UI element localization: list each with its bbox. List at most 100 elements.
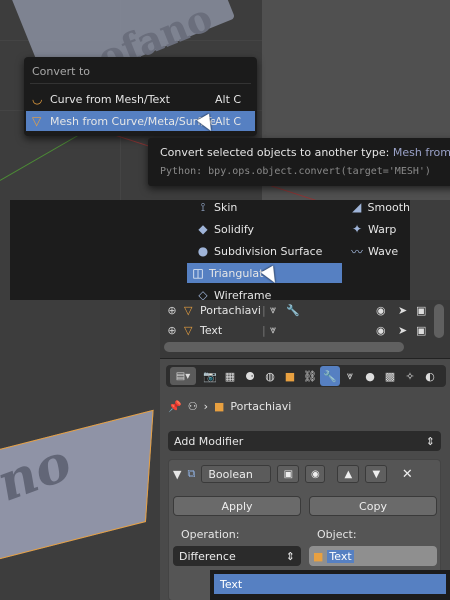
outliner-scrollbar[interactable]: [434, 304, 444, 338]
selectable-arrow-icon[interactable]: ➤: [398, 304, 407, 317]
properties-tab-bar: ▤▾ 📷 ▦ ⚈ ◍ ■ ⛓ 🔧 ⩔ ● ▩ ✧ ◐: [166, 365, 446, 387]
context-object-name: Portachiavi: [230, 399, 292, 413]
updown-arrows-icon: ⇕: [425, 434, 435, 448]
menu-item-label: Subdivision Surface: [214, 244, 323, 258]
mesh-object-icon: ▽: [184, 323, 193, 337]
copy-label: Copy: [359, 499, 387, 513]
menu-item-smooth[interactable]: ◢ Smooth: [346, 197, 410, 217]
collapse-triangle-icon[interactable]: ▼: [173, 468, 181, 481]
menu-item-label: Curve from Mesh/Text: [50, 92, 170, 106]
visibility-eye-icon[interactable]: ◉: [376, 304, 386, 317]
pin-icon[interactable]: 📌: [168, 400, 182, 413]
object-name[interactable]: Portachiavi: [200, 304, 262, 317]
render-camera-icon[interactable]: ▣: [416, 324, 426, 337]
tooltip: Convert selected objects to another type…: [148, 138, 450, 186]
menu-item-label: Wave: [368, 244, 399, 258]
shortcut-label: Alt C: [215, 92, 242, 106]
chevron-right-icon: ›: [203, 399, 208, 413]
move-up-button[interactable]: ▲: [337, 465, 360, 483]
dropdown-item-text[interactable]: Text: [214, 574, 446, 594]
menu-item-solidify[interactable]: ◆ Solidify: [192, 219, 342, 239]
viewport-convert-panel: ofano Convert to ◡ Curve from Mesh/Text …: [0, 0, 450, 200]
menu-item-label: Skin: [214, 200, 238, 214]
wave-icon: 〰: [350, 244, 363, 259]
tab-particles[interactable]: ✧: [400, 366, 420, 386]
tab-material[interactable]: ●: [360, 366, 380, 386]
context-breadcrumb: 📌 ⚇ › ■ Portachiavi: [168, 397, 291, 415]
object-data-icon: ⚇: [187, 399, 198, 413]
mesh-icon: ▽: [32, 114, 42, 128]
solidify-icon: ◆: [198, 222, 208, 236]
subdivision-icon: ●: [197, 244, 209, 258]
render-camera-icon[interactable]: ▣: [416, 304, 426, 317]
menu-item-subdivision-surface[interactable]: ● Subdivision Surface: [192, 241, 342, 261]
menu-separator: [30, 83, 251, 84]
add-modifier-dropdown[interactable]: Add Modifier ⇕: [168, 431, 441, 451]
mesh-object-icon: ▽: [184, 303, 193, 317]
object-cube-icon: ■: [213, 399, 225, 413]
object-search-dropdown: Text: [210, 570, 450, 600]
remove-modifier-button[interactable]: ✕: [397, 465, 417, 483]
viewport-toggle-button[interactable]: ◉: [305, 465, 326, 483]
apply-label: Apply: [221, 499, 253, 513]
tooltip-line: Convert selected objects to another type…: [160, 146, 450, 159]
visibility-eye-icon[interactable]: ◉: [376, 324, 386, 337]
menu-item-label: Warp: [368, 222, 397, 236]
add-modifier-label: Add Modifier: [174, 434, 244, 448]
menu-item-label: Smooth: [367, 200, 410, 214]
copy-button[interactable]: Copy: [309, 496, 437, 516]
wrench-icon: 🔧: [286, 303, 300, 317]
divider: |: [262, 323, 266, 337]
modifier-name-field[interactable]: Boolean: [201, 465, 272, 483]
triangulate-icon: ◫: [192, 266, 204, 280]
operation-value: Difference: [179, 549, 236, 563]
skin-icon: ⟟: [200, 199, 206, 214]
menu-item-skin[interactable]: ⟟ Skin: [192, 197, 342, 217]
outliner-row[interactable]: ⊕ ▽ Text | ⩔ ◉ ➤ ▣: [160, 320, 435, 340]
3d-viewport[interactable]: ou: [0, 300, 160, 600]
shortcut-label: Alt C: [215, 114, 242, 128]
menu-item-mesh-from-curve[interactable]: ▽ Mesh from Curve/Meta/Surf/Text Alt C: [26, 111, 255, 131]
menu-item-curve-from-mesh[interactable]: ◡ Curve from Mesh/Text Alt C: [26, 89, 255, 109]
curve-icon: ◡: [32, 92, 43, 106]
apply-button[interactable]: Apply: [173, 496, 301, 516]
operation-select[interactable]: Difference ⇕: [173, 546, 301, 566]
properties-editor: ▤▾ 📷 ▦ ⚈ ◍ ■ ⛓ 🔧 ⩔ ● ▩ ✧ ◐ 📌 ⚇ › ■ Porta…: [160, 358, 450, 600]
expand-icon[interactable]: ⊕: [160, 324, 184, 337]
object-label: Object:: [317, 528, 357, 541]
tab-constraints[interactable]: ⛓: [300, 366, 320, 386]
mesh-data-icon: ⩔: [270, 303, 277, 316]
tab-scene[interactable]: ⚈: [240, 366, 260, 386]
mesh-data-icon: ⩔: [270, 323, 277, 336]
tab-modifiers[interactable]: 🔧: [320, 366, 340, 386]
object-value: Text: [327, 549, 354, 563]
render-toggle-button[interactable]: ▣: [277, 465, 300, 483]
divider: |: [262, 303, 266, 317]
tab-world[interactable]: ◍: [260, 366, 280, 386]
menu-item-label: Mesh from Curve/Meta/Surf/Text: [50, 114, 215, 128]
operation-label: Operation:: [181, 528, 240, 541]
tab-physics[interactable]: ◐: [420, 366, 440, 386]
tab-data[interactable]: ⩔: [340, 366, 360, 386]
tooltip-python: Python: bpy.ops.object.convert(target='M…: [160, 166, 431, 177]
tab-texture[interactable]: ▩: [380, 366, 400, 386]
object-name[interactable]: Text: [200, 324, 262, 337]
object-field[interactable]: ■ Text: [309, 546, 437, 566]
move-down-button[interactable]: ▼: [365, 465, 388, 483]
updown-arrows-icon: ⇕: [285, 549, 295, 563]
outliner-horizontal-scrollbar[interactable]: [164, 342, 404, 352]
tab-object[interactable]: ■: [280, 366, 300, 386]
menu-item-label: Solidify: [214, 222, 255, 236]
tab-render[interactable]: 📷: [200, 366, 220, 386]
editor-type-dropdown[interactable]: ▤▾: [170, 367, 196, 385]
outliner-row[interactable]: ⊕ ▽ Portachiavi | ⩔ 🔧 ◉ ➤ ▣: [160, 300, 435, 320]
dropdown-item-label: Text: [220, 577, 243, 591]
tab-render-layers[interactable]: ▦: [220, 366, 240, 386]
menu-item-wave[interactable]: 〰 Wave: [346, 241, 410, 261]
object-cube-icon: ■: [313, 549, 324, 563]
menu-item-warp[interactable]: ✦ Warp: [346, 219, 410, 239]
y-axis-line: [0, 135, 79, 181]
warp-icon: ✦: [351, 222, 363, 236]
expand-icon[interactable]: ⊕: [160, 304, 184, 317]
selectable-arrow-icon[interactable]: ➤: [398, 324, 407, 337]
